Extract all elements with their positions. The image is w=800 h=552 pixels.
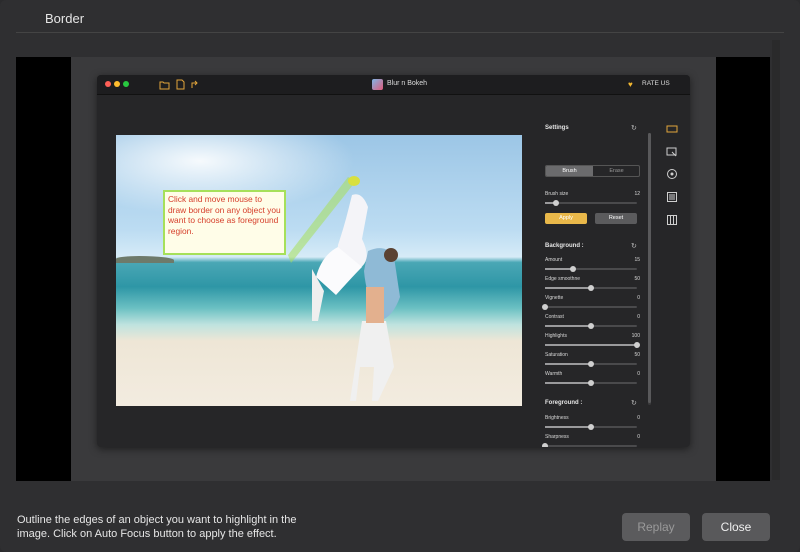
slider-knob[interactable]	[588, 323, 594, 329]
reset-button[interactable]: Reset	[595, 213, 637, 224]
slider-fill	[545, 426, 591, 428]
brush-size-value: 12	[634, 191, 640, 197]
foreground-refresh-icon[interactable]: ↻	[631, 399, 637, 407]
erase-button[interactable]: Erase	[593, 166, 639, 176]
selection-icon[interactable]	[665, 145, 679, 159]
slider-value: 0	[637, 434, 640, 440]
rate-us-link[interactable]: RATE US	[642, 80, 670, 87]
refresh-icon[interactable]: ↻	[631, 124, 637, 132]
slider-fill	[545, 382, 591, 384]
slider-track[interactable]	[545, 285, 637, 291]
slider-knob[interactable]	[542, 443, 548, 447]
slider-track[interactable]	[545, 424, 637, 430]
app-name: Blur n Bokeh	[387, 80, 428, 87]
slider-label: Brightness	[545, 415, 569, 421]
document-icon[interactable]	[175, 79, 186, 90]
slider-label: Sharpness	[545, 434, 569, 440]
slider-value: 50	[634, 276, 640, 282]
divider	[16, 32, 784, 33]
slider-track[interactable]	[545, 266, 637, 272]
slider-knob[interactable]	[634, 342, 640, 348]
photo-canvas[interactable]: Click and move mouse to draw border on a…	[116, 135, 522, 406]
grid-icon[interactable]	[665, 213, 679, 227]
slider-value: 50	[634, 352, 640, 358]
slider-label: Warmth	[545, 371, 563, 377]
slider-knob[interactable]	[542, 304, 548, 310]
slider-label: Edge smoothne	[545, 276, 581, 282]
slider-label: Contrast	[545, 314, 564, 320]
slider-track[interactable]	[545, 361, 637, 367]
slider-label: Amount	[545, 257, 563, 263]
slider-track[interactable]	[545, 323, 637, 329]
close-button[interactable]: Close	[702, 513, 770, 541]
instructions-text: Outline the edges of an object you want …	[17, 514, 297, 540]
close-dot-icon[interactable]	[105, 81, 111, 87]
minimize-dot-icon[interactable]	[114, 81, 120, 87]
app-titlebar: Blur n Bokeh ♥ RATE US	[97, 75, 690, 95]
slider-value: 0	[637, 295, 640, 301]
slider-fill	[545, 325, 591, 327]
letterbox-right	[716, 57, 770, 481]
slider-knob[interactable]	[569, 266, 576, 272]
slider-fill	[545, 363, 591, 365]
slider-value: 0	[637, 415, 640, 421]
apply-button[interactable]: Apply	[545, 213, 587, 224]
heart-icon[interactable]: ♥	[628, 80, 633, 89]
maximize-dot-icon[interactable]	[123, 81, 129, 87]
slider-fill	[545, 287, 591, 289]
slider-label: Saturation	[545, 352, 568, 358]
background-title: Background :	[545, 243, 584, 249]
target-icon[interactable]	[665, 167, 679, 181]
slider-fill	[545, 268, 573, 270]
slider-knob[interactable]	[553, 200, 560, 206]
letterbox-left	[16, 57, 71, 481]
brush-button[interactable]: Brush	[546, 166, 593, 176]
brush-size-slider[interactable]	[545, 200, 637, 206]
slider-value: 100	[631, 333, 640, 339]
slider-knob[interactable]	[588, 285, 594, 291]
couple-figure	[288, 176, 400, 401]
slider-track[interactable]	[542, 304, 637, 310]
dialog-title: Border	[45, 11, 85, 26]
slider-label: Vignette	[545, 295, 564, 301]
slider-label: Highlights	[545, 333, 567, 339]
settings-title: Settings	[545, 125, 569, 131]
slider-fill	[545, 344, 637, 346]
scroll-thumb[interactable]	[648, 133, 651, 403]
border-dialog: Border Blur n Bokeh ♥ RATE US Click and …	[0, 0, 800, 552]
slider-track[interactable]	[545, 380, 637, 386]
replay-button[interactable]: Replay	[622, 513, 690, 541]
share-icon[interactable]	[190, 79, 201, 90]
rectangle-icon[interactable]	[665, 122, 679, 136]
slider-knob[interactable]	[588, 380, 594, 386]
dialog-scrollbar[interactable]	[772, 40, 780, 480]
slider-knob[interactable]	[588, 361, 594, 367]
app-window: Blur n Bokeh ♥ RATE US Click and move mo…	[97, 75, 690, 447]
slider-track[interactable]	[545, 342, 640, 348]
brush-size-label: Brush size	[545, 191, 569, 197]
slider-track[interactable]	[542, 443, 637, 447]
list-icon[interactable]	[665, 190, 679, 204]
foreground-title: Foreground :	[545, 400, 583, 406]
background-refresh-icon[interactable]: ↻	[631, 242, 637, 250]
brush-erase-toggle[interactable]: Brush Erase	[545, 165, 640, 177]
settings-panel: Settings ↻ Brush Erase Brush size 12 App…	[538, 95, 648, 447]
settings-scrollbar[interactable]	[648, 133, 651, 405]
slider-value: 0	[637, 371, 640, 377]
folder-icon[interactable]	[159, 79, 170, 90]
slider-value: 15	[634, 257, 640, 263]
slider-knob[interactable]	[588, 424, 594, 430]
slider-value: 0	[637, 314, 640, 320]
tooltip-callout: Click and move mouse to draw border on a…	[163, 190, 286, 255]
app-logo	[372, 79, 383, 90]
